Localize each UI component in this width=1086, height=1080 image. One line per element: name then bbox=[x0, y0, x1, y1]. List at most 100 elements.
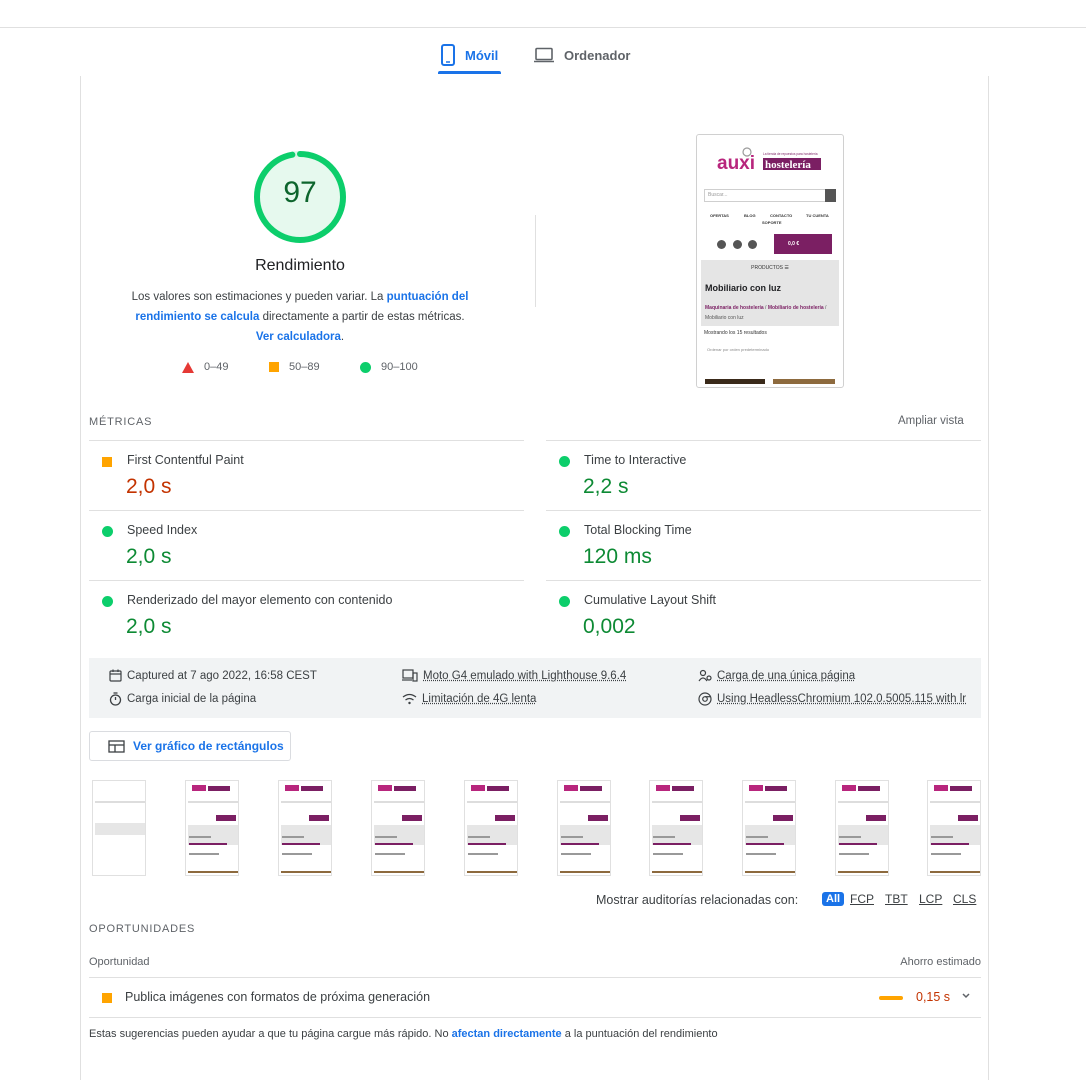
view-treemap-button[interactable]: Ver gráfico de rectángulos bbox=[89, 731, 291, 761]
preview-header-block: Mobiliario con luz Maquinaria de hostele… bbox=[701, 276, 839, 326]
frame-line bbox=[468, 843, 506, 845]
metric-name: First Contentful Paint bbox=[127, 453, 244, 467]
filmstrip-frame bbox=[557, 780, 611, 876]
frame-cart bbox=[495, 815, 515, 821]
timer-icon bbox=[109, 692, 122, 706]
metric-tti: Time to Interactive 2,2 s bbox=[546, 440, 981, 510]
frame-block bbox=[188, 825, 238, 845]
frame-block bbox=[95, 823, 145, 835]
frame-footer bbox=[281, 871, 331, 873]
frame-line bbox=[839, 853, 869, 855]
final-screenshot[interactable]: auxi hostelería La tienda de repuestos p… bbox=[696, 134, 844, 388]
frame-bar bbox=[838, 801, 888, 803]
opportunity-row[interactable]: Publica imágenes con formatos de próxima… bbox=[89, 978, 981, 1018]
active-tab-indicator bbox=[438, 71, 501, 74]
preview-nav-item: BLOG bbox=[744, 213, 756, 218]
twitter-icon bbox=[733, 240, 742, 249]
filmstrip-frame bbox=[927, 780, 981, 876]
frame-footer bbox=[467, 871, 517, 873]
note-text-2: a la puntuación del rendimiento bbox=[562, 1028, 718, 1040]
frame-line bbox=[189, 836, 211, 838]
tab-desktop[interactable]: Ordenador bbox=[533, 36, 630, 74]
legend-average-range: 50–89 bbox=[289, 361, 320, 373]
site-logo: auxi hostelería La tienda de repuestos p… bbox=[715, 145, 825, 175]
opportunity-column: Oportunidad bbox=[89, 956, 150, 968]
note-text-1: Estas sugerencias pueden ayudar a que tu… bbox=[89, 1028, 452, 1040]
gauge-desc-text-2: directamente a partir de estas métricas. bbox=[259, 311, 464, 323]
filter-chip-all[interactable]: All bbox=[822, 892, 844, 906]
initial-load-text: Carga inicial de la página bbox=[127, 693, 256, 705]
frame-block bbox=[838, 825, 888, 845]
device-info[interactable]: Moto G4 emulado with Lighthouse 9.6.4 bbox=[402, 669, 626, 682]
filter-label: Mostrar auditorías relacionadas con: bbox=[596, 893, 798, 907]
frame-logo bbox=[192, 784, 232, 792]
frame-line bbox=[931, 843, 969, 845]
device-text: Moto G4 emulado with Lighthouse 9.6.4 bbox=[423, 670, 626, 682]
chrome-icon bbox=[698, 692, 712, 706]
throttling-info[interactable]: Limitación de 4G lenta bbox=[402, 692, 536, 705]
audit-filter: Mostrar auditorías relacionadas con: All… bbox=[596, 893, 986, 909]
circle-icon bbox=[102, 526, 113, 537]
preview-nav-item: OFERTAS bbox=[710, 213, 729, 218]
frame-line bbox=[653, 836, 675, 838]
frame-bar bbox=[95, 801, 145, 803]
facebook-icon bbox=[717, 240, 726, 249]
captured-text: Captured at 7 ago 2022, 16:58 CEST bbox=[127, 670, 317, 682]
metric-name: Renderizado del mayor elemento con conte… bbox=[127, 593, 392, 607]
triangle-icon bbox=[182, 362, 194, 373]
filmstrip-frame bbox=[742, 780, 796, 876]
session-info[interactable]: Carga de una única página bbox=[698, 669, 855, 682]
frame-cart bbox=[773, 815, 793, 821]
expand-view-toggle[interactable]: Ampliar vista bbox=[898, 415, 964, 427]
chevron-down-icon[interactable] bbox=[961, 991, 971, 1001]
filmstrip-frame bbox=[92, 780, 146, 876]
logo-hosteleria: hostelería bbox=[765, 159, 811, 171]
menu-icon: ☰ bbox=[784, 265, 788, 271]
frame-footer bbox=[188, 871, 238, 873]
frame-cart bbox=[680, 815, 700, 821]
legend-pass: 90–100 bbox=[360, 361, 418, 373]
affect-directly-link[interactable]: afectan directamente bbox=[452, 1028, 562, 1040]
metric-tbt: Total Blocking Time 120 ms bbox=[546, 510, 981, 580]
preview-cart: 0,0 € bbox=[774, 234, 832, 254]
metric-name: Time to Interactive bbox=[584, 453, 686, 467]
frame-cart bbox=[309, 815, 329, 821]
filter-chip-fcp[interactable]: FCP bbox=[850, 892, 874, 906]
filter-chip-cls[interactable]: CLS bbox=[953, 892, 976, 906]
frame-line bbox=[746, 843, 784, 845]
preview-nav-item: TU CUENTA bbox=[806, 213, 829, 218]
metric-name: Cumulative Layout Shift bbox=[584, 593, 716, 607]
filmstrip-frame bbox=[371, 780, 425, 876]
logo-tagline: La tienda de repuestos para hostelería bbox=[763, 152, 818, 156]
frame-line bbox=[189, 853, 219, 855]
performance-score: 97 bbox=[253, 176, 347, 210]
laptop-icon bbox=[533, 47, 555, 63]
frame-bar bbox=[930, 801, 980, 803]
metric-value: 120 ms bbox=[583, 545, 652, 569]
frame-bar bbox=[188, 801, 238, 803]
preview-nav: OFERTAS BLOG CONTACTO TU CUENTA SOPORTE bbox=[702, 213, 840, 227]
preview-bc-a: Maquinaria de hostelería bbox=[705, 305, 764, 311]
frame-block bbox=[930, 825, 980, 845]
filter-chip-tbt[interactable]: TBT bbox=[885, 892, 908, 906]
device-tabs: Móvil Ordenador bbox=[0, 36, 1086, 76]
tab-mobile-label: Móvil bbox=[465, 48, 498, 63]
initial-load-info: Carga inicial de la página bbox=[109, 692, 256, 706]
frame-footer bbox=[930, 871, 980, 873]
frame-block bbox=[281, 825, 331, 845]
view-treemap-label: Ver gráfico de rectángulos bbox=[133, 739, 284, 753]
browser-info[interactable]: Using HeadlessChromium 102.0.5005.115 wi… bbox=[698, 692, 966, 706]
calculator-link[interactable]: Ver calculadora bbox=[256, 331, 341, 343]
circle-icon bbox=[559, 596, 570, 607]
metric-lcp: Renderizado del mayor elemento con conte… bbox=[89, 580, 524, 650]
frame-line bbox=[561, 853, 591, 855]
metric-value: 2,2 s bbox=[583, 475, 629, 499]
preview-heading: Mobiliario con luz bbox=[705, 283, 781, 293]
metric-value: 2,0 s bbox=[126, 475, 172, 499]
captured-info: Captured at 7 ago 2022, 16:58 CEST bbox=[109, 669, 317, 682]
filter-chip-lcp[interactable]: LCP bbox=[919, 892, 942, 906]
frame-line bbox=[653, 843, 691, 845]
tab-mobile[interactable]: Móvil bbox=[440, 36, 498, 74]
opportunity-title: Publica imágenes con formatos de próxima… bbox=[125, 990, 430, 1004]
frame-logo bbox=[564, 784, 604, 792]
